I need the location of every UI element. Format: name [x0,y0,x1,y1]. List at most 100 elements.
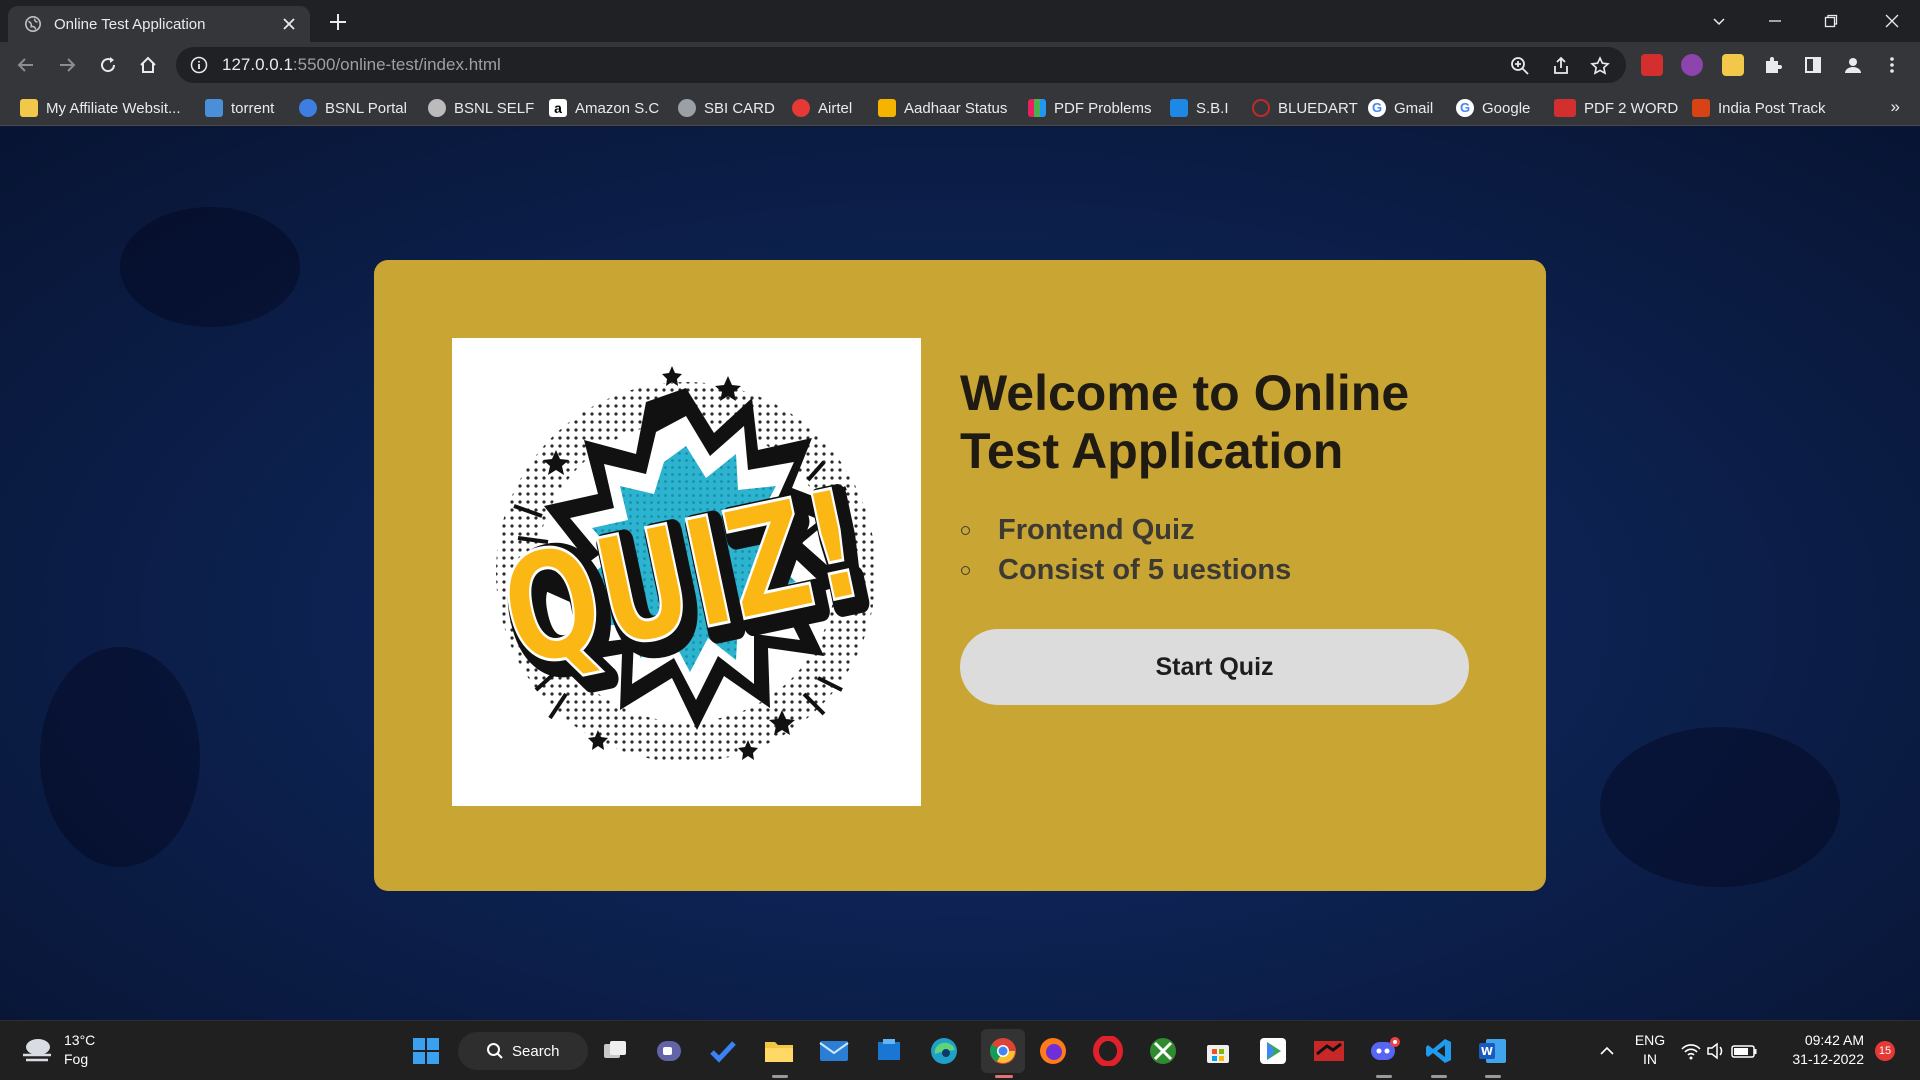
clock-time: 09:42 AM [1804,1032,1864,1048]
play-store-icon[interactable] [1256,1034,1290,1068]
browser-tab-strip: Online Test Application [0,0,1920,42]
bookmark-item[interactable]: S.B.I [1170,97,1229,119]
vscode-icon[interactable] [1422,1034,1456,1068]
menu-dots-icon[interactable] [1880,53,1904,77]
edge-browser-icon[interactable] [927,1034,961,1068]
reload-icon[interactable] [96,53,120,77]
bookmark-item[interactable]: torrent [205,97,274,119]
profile-icon[interactable] [1841,53,1865,77]
volume-icon [1707,1042,1723,1060]
bookmark-item[interactable]: PDF 2 WORD [1554,97,1678,119]
firefox-icon[interactable] [1036,1034,1070,1068]
bookmark-item[interactable]: G Google [1456,97,1530,119]
url-path: :5500/online-test/index.html [292,55,501,74]
bluestacks-icon[interactable] [1312,1034,1346,1068]
bookmark-star-icon[interactable] [1590,56,1610,76]
extension-badge-icon[interactable] [1722,54,1744,76]
side-panel-icon[interactable] [1801,53,1825,77]
extension-red-icon[interactable] [1641,54,1663,76]
clock[interactable]: 09:42 AM 31-12-2022 [1782,1031,1864,1069]
show-hidden-icons-chevron-icon[interactable] [1590,1034,1624,1068]
bookmark-label: PDF Problems [1054,99,1152,117]
file-explorer-icon[interactable] [762,1034,796,1068]
bluedart-icon [1252,99,1270,117]
system-tray-status[interactable] [1680,1034,1760,1068]
bookmark-label: Airtel [818,99,853,117]
running-indicator [772,1075,788,1078]
bookmark-item[interactable]: PDF Problems [1028,97,1152,119]
bookmark-item[interactable]: BSNL Portal [299,97,407,119]
bookmark-item[interactable]: Aadhaar Status [878,97,1007,119]
bookmark-label: India Post Track [1718,99,1826,117]
todo-icon[interactable] [706,1034,740,1068]
restore-icon[interactable] [1803,0,1859,42]
notification-badge[interactable]: 15 [1875,1041,1895,1061]
bsnl-icon [299,99,317,117]
wifi-icon [1681,1044,1701,1060]
chrome-browser-icon[interactable] [981,1029,1025,1073]
active-app-indicator [995,1075,1013,1078]
bookmark-item[interactable]: G Gmail [1368,97,1433,119]
language-indicator[interactable]: ENG IN [1630,1031,1670,1069]
word-icon[interactable]: W [1476,1034,1510,1068]
mail-icon[interactable] [817,1034,851,1068]
taskbar-search[interactable]: Search [458,1032,588,1070]
back-icon[interactable] [14,53,38,77]
clock-date: 31-12-2022 [1792,1051,1864,1067]
globe-icon [678,99,696,117]
running-indicator [1431,1075,1447,1078]
minimize-icon[interactable] [1747,0,1803,42]
weather-widget[interactable]: 13°C Fog [20,1031,95,1069]
feature-item: Frontend Quiz [960,510,1520,550]
search-label: Search [512,1042,560,1060]
airtel-icon [792,99,810,117]
bookmark-item[interactable]: BLUEDART [1252,97,1358,119]
bookmark-item[interactable]: a Amazon S.C [549,97,659,119]
opera-icon[interactable] [1091,1034,1125,1068]
microsoft-store-icon[interactable] [1201,1034,1235,1068]
running-indicator [1485,1075,1501,1078]
bookmark-label: SBI CARD [704,99,775,117]
extensions-puzzle-icon[interactable] [1761,53,1785,77]
home-icon[interactable] [136,53,160,77]
bookmark-label: Aadhaar Status [904,99,1008,117]
forward-icon[interactable] [55,53,79,77]
discord-icon[interactable] [1367,1034,1401,1068]
search-icon [487,1043,503,1059]
address-bar[interactable]: 127.0.0.1:5500/online-test/index.html [176,47,1626,83]
torrent-icon [205,99,223,117]
bookmark-label: Amazon S.C [575,99,660,117]
bookmark-item[interactable]: Airtel [792,97,852,119]
quiz-logo-image: QUIZ! QUIZ! [452,338,921,806]
site-info-icon[interactable] [190,56,208,74]
tab-close-icon[interactable] [280,15,298,33]
bookmark-label: S.B.I [1196,99,1229,117]
feature-list: Frontend Quiz Consist of 5 uestions [960,510,1520,590]
task-view-icon[interactable] [598,1034,632,1068]
bookmark-item[interactable]: BSNL SELF [428,97,534,119]
window-close-icon[interactable] [1864,0,1920,42]
feature-item: Consist of 5 uestions [960,550,1520,590]
store-app-icon[interactable] [872,1034,906,1068]
fog-weather-icon [23,1039,51,1062]
page-background: QUIZ! QUIZ! Welcome to Online Test Appli… [0,127,1920,1020]
teams-chat-icon[interactable] [652,1034,686,1068]
bookmark-item[interactable]: My Affiliate Websit... [20,97,181,119]
xbox-icon[interactable] [1146,1034,1180,1068]
bookmarks-bar: My Affiliate Websit... torrent BSNL Port… [0,88,1920,126]
welcome-text-block: Welcome to Online Test Application Front… [960,364,1520,590]
bookmark-item[interactable]: India Post Track [1692,97,1826,119]
sbi-icon [1170,99,1188,117]
zoom-icon[interactable] [1510,56,1530,76]
bookmark-label: My Affiliate Websit... [46,99,181,117]
tab-search-icon[interactable] [1691,0,1747,42]
windows-start-icon[interactable] [409,1034,443,1068]
share-icon[interactable] [1551,56,1571,76]
welcome-card: QUIZ! QUIZ! Welcome to Online Test Appli… [374,260,1546,891]
new-tab-icon[interactable] [326,10,350,34]
browser-tab[interactable]: Online Test Application [8,6,310,42]
bookmarks-overflow-button[interactable]: » [1891,97,1900,117]
extension-purple-icon[interactable] [1681,54,1703,76]
start-quiz-button[interactable]: Start Quiz [960,629,1469,705]
bookmark-item[interactable]: SBI CARD [678,97,775,119]
